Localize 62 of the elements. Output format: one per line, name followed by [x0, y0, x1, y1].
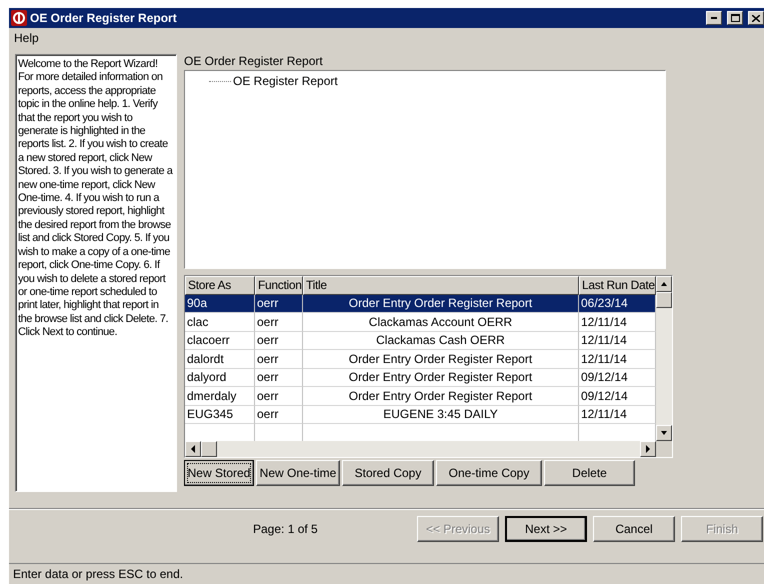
table-cell[interactable]: Order Entry Order Register Report [303, 387, 579, 406]
table-cell[interactable]: clac [185, 313, 255, 332]
horizontal-scrollbar[interactable] [185, 441, 656, 457]
table-cell[interactable]: 09/12/14 [579, 387, 656, 406]
table-cell[interactable]: dalordt [185, 350, 255, 368]
table-cell[interactable]: 12/11/14 [579, 350, 656, 368]
scroll-thumb[interactable] [656, 292, 672, 308]
window-title: OE Order Register Report [30, 11, 178, 25]
table-cell[interactable]: oerr [255, 332, 303, 350]
report-button[interactable]: New Stored [184, 460, 254, 486]
report-button[interactable]: Delete [544, 460, 635, 486]
minimize-icon [711, 17, 717, 19]
table-cell[interactable]: oerr [255, 350, 303, 368]
maximize-button[interactable] [727, 11, 743, 25]
table-cell[interactable]: dmerdaly [185, 387, 255, 406]
table-cell[interactable]: Clackamas Cash OERR [303, 332, 579, 350]
table-cell[interactable]: EUGENE 3:45 DAILY [303, 406, 579, 424]
vertical-scrollbar[interactable] [656, 276, 672, 441]
table-cell[interactable]: dalyord [185, 368, 255, 387]
menu-item[interactable]: Help [14, 31, 39, 45]
report-button[interactable]: Stored Copy [342, 460, 434, 486]
arrow-right-icon [645, 445, 651, 453]
app-logo-icon [11, 10, 27, 26]
page-indicator: Page: 1 of 5 [253, 522, 319, 536]
table-cell[interactable]: clacoerr [185, 332, 255, 350]
tree-label: OE Order Register Report [184, 54, 324, 68]
nav-button[interactable]: Cancel [593, 516, 675, 542]
nav-button[interactable]: Next >> [505, 516, 587, 542]
table-cell[interactable]: oerr [255, 368, 303, 387]
table-cell[interactable]: 06/23/14 [579, 294, 656, 313]
table-cell[interactable]: 12/11/14 [579, 332, 656, 350]
column-header[interactable]: Store As [185, 276, 255, 294]
arrow-down-icon [660, 430, 668, 436]
table-cell[interactable]: 12/11/14 [579, 313, 656, 332]
table-cell[interactable]: 90a [185, 294, 255, 313]
tree-item[interactable]: OE Register Report [233, 74, 338, 88]
maximize-icon [730, 14, 740, 22]
table-cell[interactable]: Order Entry Order Register Report [303, 350, 579, 368]
close-icon [752, 14, 760, 22]
table-cell[interactable]: oerr [255, 406, 303, 424]
scroll-thumb[interactable] [201, 441, 217, 457]
minimize-button[interactable] [706, 11, 722, 25]
arrow-left-icon [190, 445, 196, 453]
table-cell[interactable]: 12/11/14 [579, 406, 656, 424]
table-cell[interactable]: Clackamas Account OERR [303, 313, 579, 332]
close-button[interactable] [748, 11, 764, 25]
table-cell[interactable]: EUG345 [185, 406, 255, 424]
table-cell[interactable]: oerr [255, 294, 303, 313]
arrow-up-icon [660, 281, 668, 287]
status-text: Enter data or press ESC to end. [13, 567, 184, 581]
table-cell[interactable]: 09/12/14 [579, 368, 656, 387]
column-header[interactable]: Last Run Date [579, 276, 656, 294]
table-cell[interactable]: Order Entry Order Register Report [303, 294, 579, 313]
table-cell[interactable]: Order Entry Order Register Report [303, 368, 579, 387]
help-text: Welcome to the Report Wizard! For more detailed information on reports, access the appropriate topic in the online help. 1. Verify that the report you wish to generate is highlighted in the reports list. 2. If you wish to create a new stored report, click New Stored. 3. If you wish to generate a new one-time report, click New One-time. 4. If you wish to run a previously stored report, highlight the desired report from the browse list and click Stored Copy. 5. If you wish to make a copy of a one-time report, click One-time Copy. 6. If you wish to delete a stored report or one-time report scheduled to print later, highlight that report in the browse list and click Delete. 7. Click Next to continue. [15, 54, 177, 492]
table-cell[interactable]: oerr [255, 313, 303, 332]
column-header[interactable]: Title [303, 276, 579, 294]
column-header[interactable]: Function [255, 276, 303, 294]
report-button[interactable]: One-time Copy [436, 460, 542, 486]
scrollbar-corner [656, 441, 672, 457]
table-cell[interactable]: oerr [255, 387, 303, 406]
report-button[interactable]: New One-time [256, 460, 340, 486]
